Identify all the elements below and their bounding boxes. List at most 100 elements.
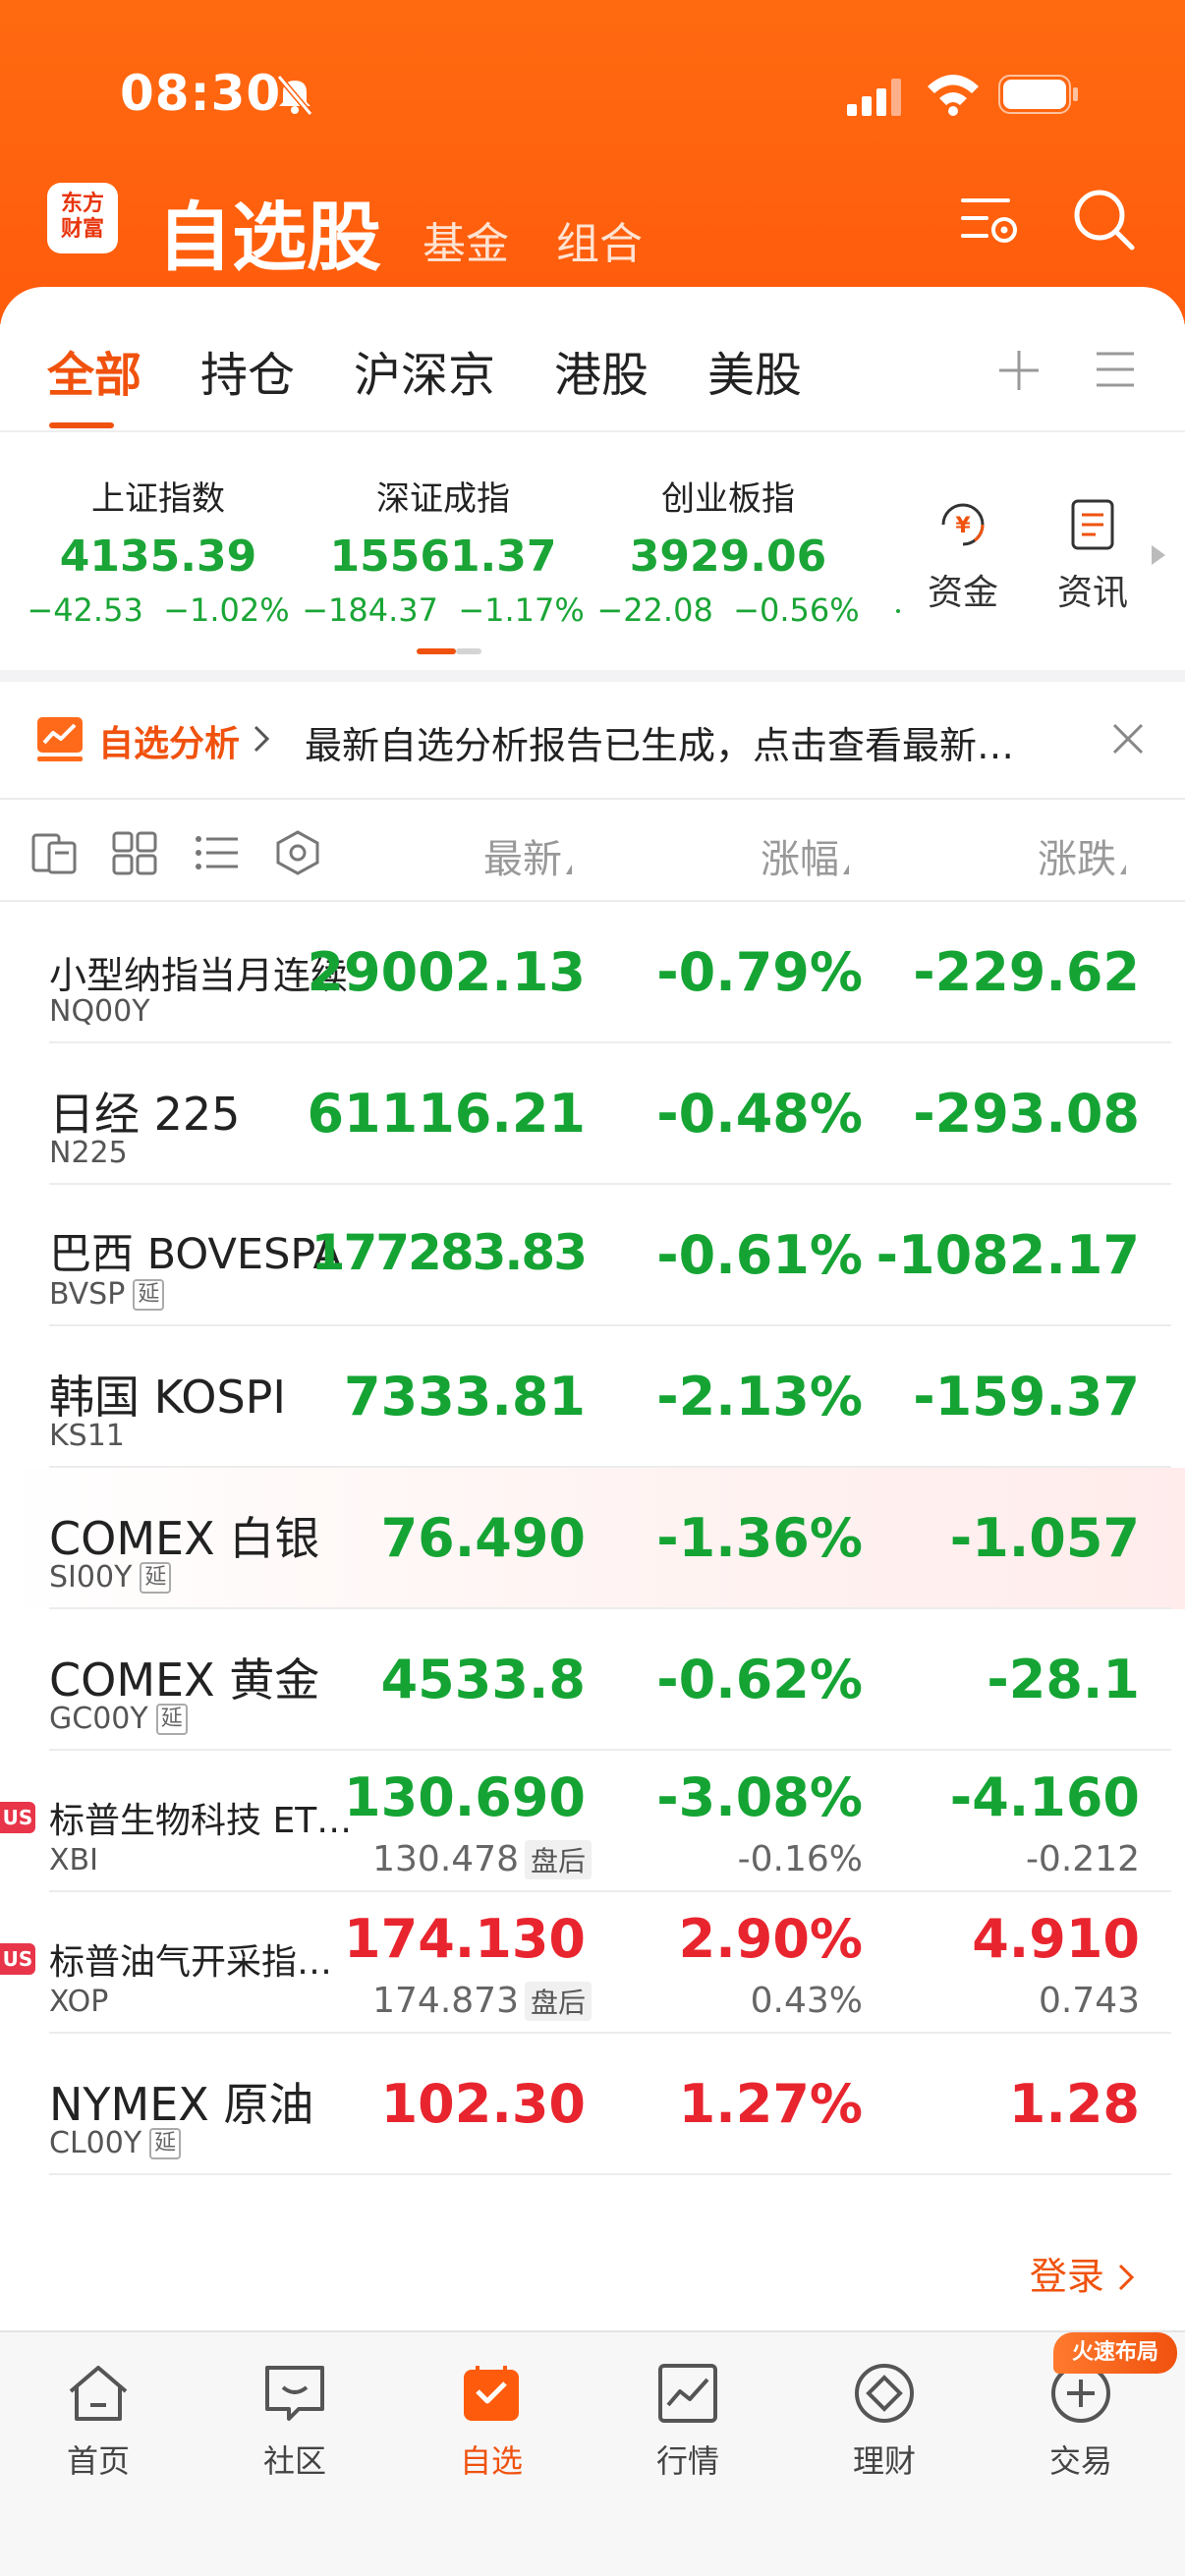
fade-overlay [1120,800,1185,902]
code-text: CL00Y [49,2126,142,2160]
tab-hk[interactable]: 港股 [554,336,649,405]
security-name: COMEX 黄金 [49,1653,320,1707]
column-header-pct[interactable]: 涨幅 [761,827,849,884]
index-value: 4135.39 [59,532,257,582]
chevron-right-icon [254,725,270,753]
page-title: 自选股 [157,194,381,281]
sort-icon [566,865,572,874]
column-header-latest[interactable]: 最新 [483,827,572,884]
add-icon[interactable] [996,348,1042,393]
change-percent: -0.79% [656,941,863,1003]
analysis-chart-icon [37,717,83,761]
change-amount: -1082.17 [875,1224,1140,1286]
login-area: 登录 [0,2211,1185,2330]
after-hours-price: 130.478 盘后 [372,1839,592,1879]
chevron-right-icon[interactable] [1148,542,1167,568]
change-percent: 2.90% [678,1908,863,1970]
security-code: CL00Y 延 [49,2126,182,2160]
latest-price: 76.490 [380,1507,586,1569]
list-item[interactable]: US 标普生物科技 ET… XBI 130.690 -3.08% -4.160 … [0,1751,1185,1892]
list-item[interactable]: NYMEX 原油 CL00Y 延 102.30 1.27% 1.28 [0,2034,1185,2175]
change-amount: 4.910 [972,1908,1140,1970]
grid-view-icon[interactable] [110,829,159,876]
analysis-tag: 自选分析 [98,724,241,764]
list-item[interactable]: COMEX 黄金 GC00Y 延 4533.8 -0.62% -28.1 [0,1609,1185,1751]
column-header-label: 涨跌 [1038,837,1116,882]
code-text: SI00Y [49,1560,133,1595]
change-amount: -1.057 [949,1507,1140,1569]
security-code: SI00Y 延 [49,1560,172,1595]
nav-community[interactable]: 社区 [197,2348,393,2482]
index-card-shanghai[interactable]: 上证指数 4135.39 −42.53 −1.02% [16,472,301,629]
list-item[interactable]: 巴西 BOVESPA BVSP 延 177283.83 -0.61% -1082.… [0,1185,1185,1326]
filter-settings-icon[interactable] [959,191,1022,250]
nav-label: 自选 [459,2442,523,2480]
tab-holdings[interactable]: 持仓 [200,336,295,405]
security-code: GC00Y 延 [49,1702,188,1736]
security-code: NQ00Y [49,994,150,1029]
list-view-icon[interactable] [193,829,242,876]
change-amount: -4.160 [949,1766,1140,1828]
tab-all[interactable]: 全部 [47,336,141,405]
quick-link-news[interactable]: 资讯 [1039,497,1147,615]
list-item[interactable]: US 标普油气开采指… XOP 174.130 2.90% 4.910 174.… [0,1892,1185,2034]
after-hours-change: -0.212 [1025,1839,1140,1879]
delay-tag: 延 [133,1279,165,1311]
index-card-chinext[interactable]: 创业板指 3929.06 −22.08 −0.56% [586,472,871,629]
change-percent: -1.36% [656,1507,863,1569]
layout-switch-icon[interactable] [29,829,79,876]
index-name: 上证指数 [91,479,225,519]
menu-icon[interactable] [1095,350,1136,389]
index-change: −184.37 [302,591,438,629]
nav-label: 社区 [262,2442,326,2480]
search-icon[interactable] [1071,187,1136,252]
index-card-shenzhen[interactable]: 深证成指 15561.37 −184.37 −1.17% [301,472,586,629]
delay-tag: 延 [155,1704,188,1735]
change-amount: -293.08 [913,1083,1140,1145]
index-value: 3929.06 [629,532,827,582]
home-icon [69,2366,128,2421]
list-item[interactable]: 小型纳指当月连续 NQ00Y 29002.13 -0.79% -229.62 [0,902,1185,1043]
app-logo: 东方 财富 [47,183,118,253]
latest-price: 102.30 [380,2073,586,2135]
tab-us[interactable]: 美股 [707,336,802,405]
list-item[interactable]: 日经 225 N225 61116.21 -0.48% -293.08 [0,1043,1185,1185]
after-hours-percent: -0.16% [737,1839,863,1879]
nav-home[interactable]: 首页 [0,2348,197,2482]
security-name: 标普生物科技 ET… [49,1801,353,1841]
nav-label: 首页 [66,2442,130,2480]
tab-sh-sz-bj[interactable]: 沪深京 [354,336,495,405]
news-doc-icon [1071,499,1114,550]
nav-market[interactable]: 行情 [590,2348,786,2482]
header-tab-portfolio[interactable]: 组合 [556,208,643,271]
list-item[interactable]: COMEX 白银 SI00Y 延 76.490 -1.36% -1.057 [0,1468,1185,1609]
list-item[interactable]: 韩国 KOSPI KS11 7333.81 -2.13% -159.37 [0,1326,1185,1468]
us-market-badge: US [0,1943,35,1975]
market-chart-icon [658,2364,717,2423]
quick-link-funds[interactable]: ¥ 资金 [909,497,1017,615]
active-tab-indicator [49,422,114,428]
yuan-circle-icon: ¥ [941,503,985,546]
promo-badge[interactable]: 火速布局 [1053,2332,1177,2374]
login-link[interactable]: 登录 [1030,2246,1136,2300]
close-icon[interactable] [1110,721,1146,756]
latest-price: 7333.81 [344,1366,586,1428]
bell-off-icon [276,75,313,116]
column-header-change[interactable]: 涨跌 [1038,827,1126,884]
index-percent: −1.02% [163,591,290,629]
security-name: 韩国 KOSPI [49,1371,286,1424]
header-tab-fund[interactable]: 基金 [423,208,509,271]
settings-hex-icon[interactable] [273,829,322,876]
logo-text-line2: 财富 [60,217,104,242]
security-code: XOP [49,1985,109,2019]
change-percent: -0.62% [656,1649,863,1710]
chevron-right-icon [1118,2264,1135,2291]
analysis-banner[interactable]: 自选分析 最新自选分析报告已生成，点击查看最新… [0,682,1185,798]
nav-watchlist[interactable]: 自选 [393,2348,590,2482]
nav-wealth[interactable]: 理财 [786,2348,983,2482]
latest-price: 174.130 [344,1908,586,1970]
quick-link-label: 资讯 [1056,573,1128,613]
app-header: 08:30 东方 财富 自选股 基金 组合 [0,0,1185,324]
change-amount: 1.28 [1008,2073,1140,2135]
nav-label: 交易 [1048,2442,1112,2480]
